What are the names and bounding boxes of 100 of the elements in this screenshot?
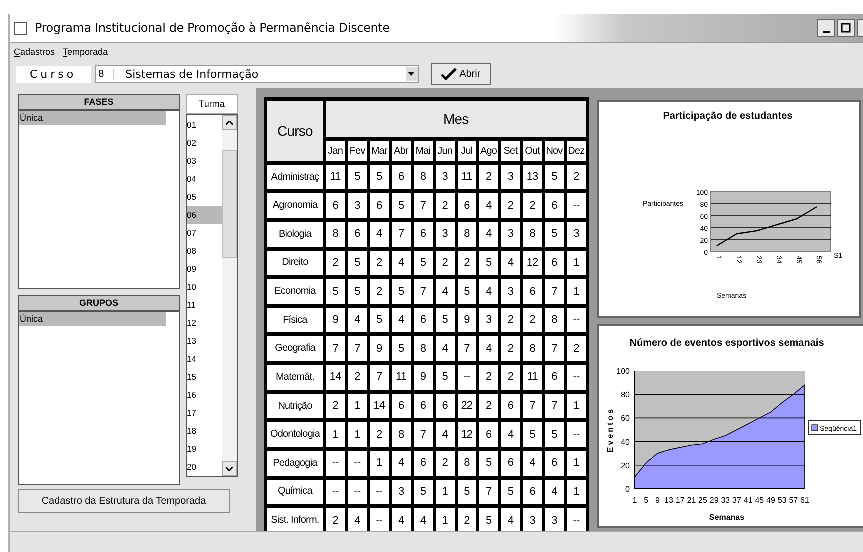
list-item[interactable]: 19: [187, 440, 222, 458]
table-cell: 8: [523, 222, 542, 247]
scroll-down-icon[interactable]: [222, 461, 237, 476]
table-cell: 5: [545, 222, 564, 247]
season-structure-button[interactable]: Cadastro da Estrutura da Temporada: [18, 489, 230, 513]
menu-item[interactable]: Cadastros: [14, 46, 56, 56]
table-cell: 3: [501, 222, 520, 247]
tick-label: 17: [676, 496, 685, 505]
table-cell: 6: [392, 394, 411, 418]
close-button[interactable]: [857, 19, 863, 37]
list-item[interactable]: 20: [187, 458, 222, 476]
list-item[interactable]: 04: [187, 170, 222, 188]
tick-label: 1: [632, 496, 638, 505]
list-item[interactable]: 06: [187, 206, 222, 224]
table-cell: 1: [566, 450, 586, 476]
tick-label: 41: [744, 496, 753, 505]
table-cell: 4: [479, 193, 498, 218]
table-cell: 9: [414, 365, 433, 390]
list-item[interactable]: 01: [187, 116, 222, 134]
column-header: Dez: [566, 141, 586, 161]
list-header: FASES: [19, 95, 179, 111]
row-header: Odontologia: [267, 422, 324, 447]
table-cell: 22: [458, 394, 476, 418]
list-item[interactable]: 18: [187, 422, 222, 440]
scrollbar[interactable]: [222, 115, 237, 476]
table-cell: 1: [436, 480, 455, 504]
scroll-up-icon[interactable]: [222, 115, 237, 130]
list-item[interactable]: 09: [187, 260, 222, 278]
table-cell: 6: [545, 450, 564, 476]
list-item[interactable]: 15: [187, 368, 222, 386]
list-item[interactable]: 03: [187, 152, 222, 170]
course-dropdown[interactable]: 8 Sistemas de Informação: [94, 65, 419, 83]
maximize-button[interactable]: [837, 19, 855, 37]
table-cell: 3: [566, 222, 586, 247]
table-cell: 1: [326, 422, 346, 447]
menu-item[interactable]: Temporada: [63, 46, 108, 56]
table-cell: 7: [326, 336, 346, 362]
list-item[interactable]: 11: [187, 296, 222, 314]
open-button[interactable]: Abrir: [430, 63, 491, 85]
table-cell: 7: [370, 365, 389, 390]
list-item[interactable]: 13: [187, 332, 222, 350]
minimize-button[interactable]: [817, 19, 835, 37]
table-cell: 2: [479, 365, 498, 390]
table-cell: --: [566, 193, 586, 218]
table-cell: --: [458, 365, 476, 390]
list-item[interactable]: 08: [187, 242, 222, 260]
table-cell: --: [348, 450, 367, 476]
table-cell: 3: [523, 508, 542, 533]
tick-label: 5: [644, 496, 649, 505]
list-item[interactable]: 07: [187, 224, 222, 242]
table-header: Mes: [326, 101, 586, 138]
list-item[interactable]: 14: [187, 350, 222, 368]
window-icon: [14, 22, 27, 34]
table-cell: 3: [545, 508, 564, 533]
table-cell: 2: [566, 336, 586, 362]
table-cell: 5: [523, 422, 542, 447]
table-cell: 6: [414, 222, 433, 247]
table-cell: 8: [414, 164, 433, 190]
tick-label: 61: [800, 496, 810, 505]
table-cell: 2: [326, 508, 346, 533]
table-cell: 4: [501, 422, 520, 447]
table-cell: 5: [414, 250, 433, 276]
table-cell: 6: [414, 308, 433, 332]
table-cell: 4: [348, 508, 367, 533]
list-item[interactable]: 02: [187, 134, 222, 152]
table-cell: 3: [348, 193, 367, 218]
table-cell: --: [348, 480, 367, 504]
tick-label: 60: [621, 414, 630, 424]
list-item[interactable]: 17: [187, 404, 222, 422]
table-cell: --: [566, 365, 586, 390]
list-item[interactable]: 12: [187, 314, 222, 332]
table-cell: 3: [479, 308, 498, 332]
table-cell: --: [566, 308, 586, 332]
row-header: Biologia: [267, 222, 324, 247]
table-cell: 4: [370, 222, 389, 247]
table-cell: 8: [523, 336, 542, 362]
table-cell: 5: [436, 365, 455, 390]
list-item[interactable]: 10: [187, 278, 222, 296]
table-cell: 4: [545, 480, 564, 504]
table-cell: 2: [370, 422, 389, 447]
table-cell: 5: [392, 279, 411, 304]
column-header: Abr: [392, 141, 411, 161]
list-item[interactable]: Única: [19, 312, 166, 326]
table-cell: 5: [479, 450, 498, 476]
scroll-thumb[interactable]: [222, 150, 237, 258]
list-item[interactable]: Única: [19, 111, 166, 125]
list-item[interactable]: 05: [187, 188, 222, 206]
list-item[interactable]: 16: [187, 386, 222, 404]
table-cell: 6: [370, 193, 389, 218]
row-header: Pedagogia: [267, 450, 324, 476]
tick-label: 29: [710, 496, 719, 505]
table-cell: 3: [392, 480, 411, 504]
column-header: Nov: [545, 141, 564, 161]
table-cell: 1: [348, 422, 367, 447]
tick-label: 57: [789, 496, 798, 505]
table-cell: 3: [436, 222, 455, 247]
column-header: Jul: [458, 141, 476, 161]
table-cell: 6: [348, 222, 367, 247]
table-cell: 6: [545, 250, 564, 276]
table-cell: 6: [501, 394, 520, 418]
